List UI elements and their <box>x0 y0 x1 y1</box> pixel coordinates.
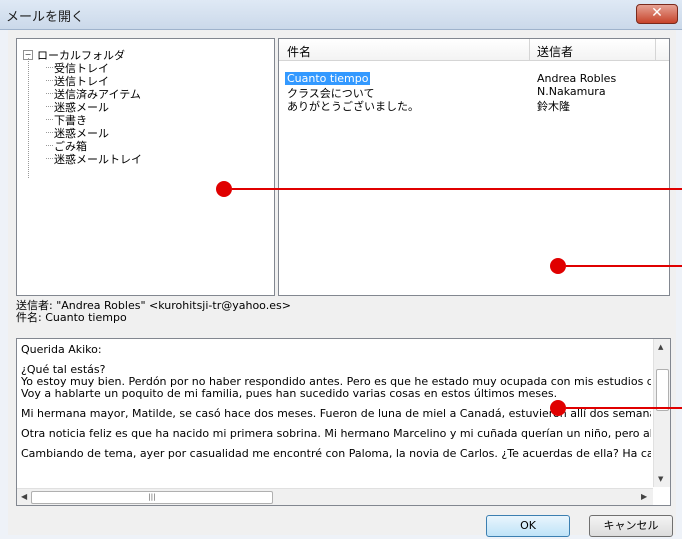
body-greeting: Querida Akiko: <box>21 344 102 356</box>
body-paragraph: Otra noticia feliz es que ha nacido mi p… <box>21 427 651 440</box>
message-list[interactable]: 件名 送信者 Cuanto tiempo Andrea Robles クラス会に… <box>278 38 670 296</box>
body-paragraph: Voy a hablarte un poquito de mi familia,… <box>21 387 558 400</box>
message-row[interactable]: Cuanto tiempo Andrea Robles <box>279 72 669 85</box>
annotation-line <box>566 407 682 409</box>
close-button[interactable]: ✕ <box>636 4 678 24</box>
title-bar: メールを開く ✕ <box>0 0 682 30</box>
scroll-up-icon[interactable]: ▲ <box>658 343 663 351</box>
ok-button[interactable]: OK <box>486 515 570 537</box>
vertical-scrollbar[interactable]: ▲ ▼ <box>653 339 670 487</box>
horizontal-scroll-thumb[interactable]: ||| <box>31 491 273 504</box>
folder-tree[interactable]: − ローカルフォルダ 受信トレイ 送信トレイ 送信済みアイテム 迷惑メール 下書… <box>16 38 275 296</box>
window-title: メールを開く <box>6 10 85 25</box>
message-subject: Cuanto tiempo <box>285 72 371 85</box>
scroll-right-icon[interactable]: ▶ <box>641 492 647 501</box>
close-icon: ✕ <box>651 5 663 21</box>
message-sender: Andrea Robles <box>537 72 617 85</box>
column-divider-end[interactable] <box>655 39 656 60</box>
dialog-client: − ローカルフォルダ 受信トレイ 送信トレイ 送信済みアイテム 迷惑メール 下書… <box>8 30 676 537</box>
horizontal-scrollbar[interactable]: ◀ ||| ▶ <box>17 488 653 505</box>
subject-line: 件名: Cuanto tiempo <box>16 311 127 324</box>
column-sender[interactable]: 送信者 <box>537 43 573 60</box>
message-row[interactable]: ありがとうございました。 鈴木隆 <box>279 98 669 113</box>
column-subject[interactable]: 件名 <box>287 43 311 60</box>
folder-junk-tray[interactable]: 迷惑メールトレイ <box>46 151 142 167</box>
message-header-info: 送信者: "Andrea Robles" <kurohitsji-tr@yaho… <box>16 300 666 334</box>
scroll-down-icon[interactable]: ▼ <box>658 475 663 483</box>
annotation-marker <box>550 258 566 274</box>
tree-connector <box>28 58 47 178</box>
body-paragraph: Cambiando de tema, ayer por casualidad m… <box>21 447 651 460</box>
vertical-scroll-thumb[interactable] <box>656 369 669 411</box>
message-body[interactable]: Querida Akiko: ¿Qué tal estás? Yo estoy … <box>16 338 671 506</box>
annotation-marker <box>550 400 566 416</box>
message-subject: ありがとうございました。 <box>287 100 419 113</box>
message-sender: N.Nakamura <box>537 85 606 98</box>
column-divider[interactable] <box>529 39 530 60</box>
annotation-line <box>232 188 682 190</box>
annotation-marker <box>216 181 232 197</box>
annotation-line <box>566 265 682 267</box>
scroll-left-icon[interactable]: ◀ <box>21 492 27 501</box>
message-row[interactable]: クラス会について N.Nakamura <box>279 85 669 100</box>
message-sender: 鈴木隆 <box>537 100 570 113</box>
message-list-header: 件名 送信者 <box>279 39 669 61</box>
cancel-button[interactable]: キャンセル <box>589 515 673 537</box>
